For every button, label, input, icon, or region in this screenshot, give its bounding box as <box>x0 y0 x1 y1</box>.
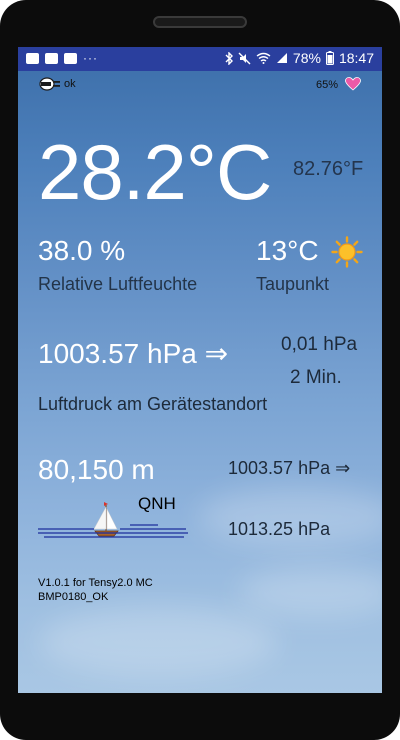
sailboat-icon <box>38 502 188 538</box>
pressure-interval: 2 Min. <box>290 367 342 388</box>
cloud <box>38 607 278 677</box>
mail-icon <box>64 52 77 64</box>
pressure-change: 0,01 hPa <box>281 334 358 355</box>
cloud <box>238 567 382 617</box>
status-bar: ··· 78% 18:47 <box>18 47 382 71</box>
clock: 18:47 <box>338 50 374 66</box>
plug-icon <box>39 77 60 91</box>
firmware-version: V1.0.1 for Tensy2.0 MC <box>38 577 153 589</box>
sun-icon <box>331 236 363 268</box>
battery-icon <box>325 51 334 65</box>
heart-icon <box>345 77 361 91</box>
overflow-dots: ··· <box>83 51 98 65</box>
qnh-pressure: 1013.25 hPa <box>228 519 331 539</box>
youtube-icon <box>26 52 39 64</box>
mute-icon <box>238 52 251 64</box>
dew-point-value: 13°C <box>256 235 319 266</box>
connection-status: ok <box>64 78 76 90</box>
system-status: 78% 18:47 <box>225 50 374 66</box>
notification-icons: ··· <box>26 51 98 65</box>
wifi-icon <box>256 52 271 64</box>
temperature-fahrenheit: 82.76°F <box>293 158 364 180</box>
app-screen: ··· 78% 18:47 ok 65% 28.2°C 82.76°F 38.0… <box>18 47 382 693</box>
pressure-value: 1003.57 hPa ⇒ <box>38 338 229 369</box>
bluetooth-icon <box>225 51 233 65</box>
pressure-label: Luftdruck am Gerätestandort <box>38 394 268 414</box>
sensor-status: BMP0180_OK <box>38 591 109 603</box>
local-pressure: 1003.57 hPa ⇒ <box>228 458 351 478</box>
altitude-value: 80,150 m <box>38 454 155 485</box>
dew-point-label: Taupunkt <box>256 274 330 294</box>
battery-percent: 78% <box>292 50 321 66</box>
humidity-value: 38.0 % <box>38 235 126 266</box>
humidity-label: Relative Luftfeuchte <box>38 274 198 294</box>
phone-frame: ··· 78% 18:47 ok 65% 28.2°C 82.76°F 38.0… <box>0 0 400 740</box>
device-battery-level: 65% <box>316 79 339 91</box>
media-icon <box>45 52 58 64</box>
signal-icon <box>276 53 287 63</box>
phone-speaker <box>153 16 247 28</box>
temperature-celsius: 28.2°C <box>38 128 272 216</box>
